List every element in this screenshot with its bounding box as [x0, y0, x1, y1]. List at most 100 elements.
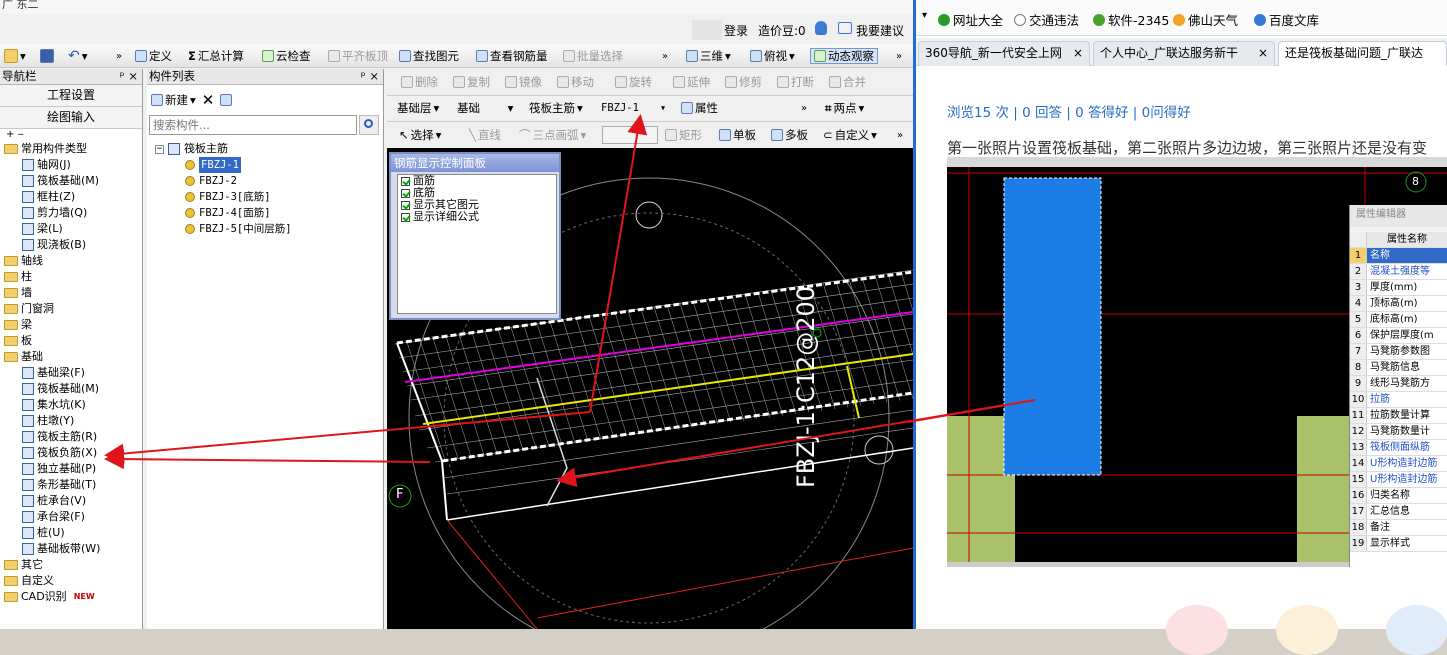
- checkbox-icon[interactable]: [401, 176, 410, 186]
- property-row[interactable]: 10 拉筋: [1350, 392, 1447, 408]
- copy-icon[interactable]: [220, 94, 233, 106]
- property-row[interactable]: 14 U形构造封边筋: [1350, 456, 1447, 472]
- edit-button[interactable]: [1386, 605, 1447, 655]
- nav-item[interactable]: 桩承台(V): [0, 493, 143, 509]
- property-row[interactable]: 7 马凳筋参数图: [1350, 344, 1447, 360]
- browser-tab[interactable]: 还是筏板基础问题_广联达: [1278, 41, 1447, 66]
- define-button[interactable]: 定义: [135, 48, 172, 64]
- edit-tool-button[interactable]: 修剪: [725, 74, 762, 90]
- browser-tab[interactable]: 360导航_新一代安全上网 ×: [918, 41, 1090, 66]
- close-icon[interactable]: ×: [1258, 42, 1268, 65]
- nav-item[interactable]: 剪力墙(Q): [0, 205, 143, 221]
- nav-item[interactable]: 基础梁(F): [0, 365, 143, 381]
- property-row[interactable]: 12 马凳筋数量计: [1350, 424, 1447, 440]
- property-row[interactable]: 4 顶标高(m): [1350, 296, 1447, 312]
- bookmark-link[interactable]: 软件-2345: [1093, 10, 1169, 29]
- custom-tool-button[interactable]: ⊂ 自定义 ▾: [823, 127, 877, 143]
- nav-item[interactable]: 筏板基础(M): [0, 381, 143, 397]
- browser-tab[interactable]: 个人中心_广联达服务新干 ×: [1093, 41, 1275, 66]
- property-row[interactable]: 19 显示样式: [1350, 536, 1447, 552]
- property-row[interactable]: 18 备注: [1350, 520, 1447, 536]
- nav-folder[interactable]: 自定义: [0, 573, 143, 589]
- nav-item[interactable]: 框柱(Z): [0, 189, 143, 205]
- checkbox-icon[interactable]: [401, 200, 410, 210]
- menu-arrow-icon[interactable]: ▾: [922, 10, 927, 21]
- suggest-link[interactable]: 我要建议: [856, 22, 904, 39]
- component-item[interactable]: FBZJ-1: [155, 157, 292, 173]
- nav-item[interactable]: 轴网(J): [0, 157, 143, 173]
- bookmark-link[interactable]: 佛山天气: [1173, 10, 1238, 29]
- property-row[interactable]: 3 厚度(mm): [1350, 280, 1447, 296]
- property-row[interactable]: 8 马凳筋信息: [1350, 360, 1447, 376]
- favorite-button[interactable]: [1276, 605, 1338, 655]
- like-button[interactable]: [1166, 605, 1228, 655]
- arc-option-select[interactable]: [602, 126, 658, 144]
- edit-tool-button[interactable]: 删除: [401, 74, 438, 90]
- property-row[interactable]: 11 拉筋数量计算: [1350, 408, 1447, 424]
- batch-select-button[interactable]: 批量选择: [563, 48, 623, 64]
- property-row[interactable]: 9 线形马凳筋方: [1350, 376, 1447, 392]
- category-select[interactable]: 基础 ▾: [457, 100, 513, 116]
- nav-folder[interactable]: 其它: [0, 557, 143, 573]
- summary-calc-button[interactable]: Σ 汇总计算: [188, 48, 244, 64]
- property-row[interactable]: 16 归类名称: [1350, 488, 1447, 504]
- nav-item[interactable]: 筏板主筋(R): [0, 429, 143, 445]
- undo-icon[interactable]: ↶ ▾: [68, 48, 88, 64]
- nav-folder[interactable]: 轴线: [0, 253, 143, 269]
- bookmark-link[interactable]: 百度文库: [1254, 10, 1319, 29]
- nav-item[interactable]: 基础板带(W): [0, 541, 143, 557]
- align-slab-top-button[interactable]: 平齐板顶: [328, 48, 388, 64]
- line-tool-button[interactable]: ╲ 直线: [469, 127, 501, 143]
- property-row[interactable]: 17 汇总信息: [1350, 504, 1447, 520]
- property-row[interactable]: 2 混凝土强度等: [1350, 264, 1447, 280]
- 3d-view-button[interactable]: 三维 ▾: [686, 48, 731, 64]
- nav-drawing-input[interactable]: 绘图输入: [0, 107, 142, 129]
- nav-item[interactable]: 柱墩(Y): [0, 413, 143, 429]
- nav-project-settings[interactable]: 工程设置: [0, 85, 142, 107]
- two-point-button[interactable]: ⌗ 两点 ▾: [825, 100, 864, 116]
- search-icon[interactable]: [359, 115, 379, 135]
- edit-tool-button[interactable]: 旋转: [615, 74, 652, 90]
- multi-slab-button[interactable]: 多板: [771, 127, 808, 143]
- edit-tool-button[interactable]: 合并: [829, 74, 866, 90]
- component-item[interactable]: FBZJ-3[底筋]: [155, 189, 292, 205]
- nav-item[interactable]: 梁(L): [0, 221, 143, 237]
- login-link[interactable]: 登录: [724, 22, 748, 39]
- nav-item[interactable]: 独立基础(P): [0, 461, 143, 477]
- nav-folder[interactable]: 梁: [0, 317, 143, 333]
- checkbox-icon[interactable]: [401, 188, 410, 198]
- find-element-button[interactable]: 查找图元: [399, 48, 459, 64]
- bookmark-link[interactable]: 网址大全: [938, 10, 1003, 29]
- select-tool-button[interactable]: ↖ 选择 ▾: [399, 127, 441, 143]
- arc-tool-button[interactable]: ⌒ 三点画弧 ▾: [519, 127, 586, 143]
- component-search-input[interactable]: 搜索构件...: [149, 115, 357, 135]
- top-view-button[interactable]: 俯视 ▾: [750, 48, 795, 64]
- nav-folder[interactable]: 常用构件类型: [0, 141, 143, 157]
- checkbox-icon[interactable]: [401, 212, 410, 222]
- nav-folder[interactable]: 柱: [0, 269, 143, 285]
- option-checkbox[interactable]: 显示详细公式: [398, 211, 556, 223]
- edit-tool-button[interactable]: 复制: [453, 74, 490, 90]
- single-slab-button[interactable]: 单板: [719, 127, 756, 143]
- orbit-button[interactable]: 动态观察: [810, 48, 878, 64]
- bookmark-link[interactable]: 交通违法: [1014, 10, 1079, 29]
- edit-tool-button[interactable]: 延伸: [673, 74, 710, 90]
- component-item[interactable]: FBZJ-4[面筋]: [155, 205, 292, 221]
- nav-folder[interactable]: 门窗洞: [0, 301, 143, 317]
- nav-item[interactable]: 承台梁(F): [0, 509, 143, 525]
- property-row[interactable]: 6 保护层厚度(m: [1350, 328, 1447, 344]
- property-row[interactable]: 15 U形构造封边筋: [1350, 472, 1447, 488]
- level-select[interactable]: 基础层 ▾: [397, 100, 439, 116]
- nav-item[interactable]: 集水坑(K): [0, 397, 143, 413]
- component-item[interactable]: FBZJ-2: [155, 173, 292, 189]
- component-root[interactable]: − 筏板主筋: [155, 141, 292, 157]
- nav-folder[interactable]: 墙: [0, 285, 143, 301]
- nav-item[interactable]: 现浇板(B): [0, 237, 143, 253]
- bell-icon[interactable]: [815, 21, 827, 35]
- nav-folder[interactable]: 板: [0, 333, 143, 349]
- edit-tool-button[interactable]: 镜像: [505, 74, 542, 90]
- close-icon[interactable]: ×: [1073, 42, 1083, 65]
- rect-tool-button[interactable]: 矩形: [665, 127, 702, 143]
- cloud-check-button[interactable]: 云检查: [262, 48, 311, 64]
- nav-folder[interactable]: 基础: [0, 349, 143, 365]
